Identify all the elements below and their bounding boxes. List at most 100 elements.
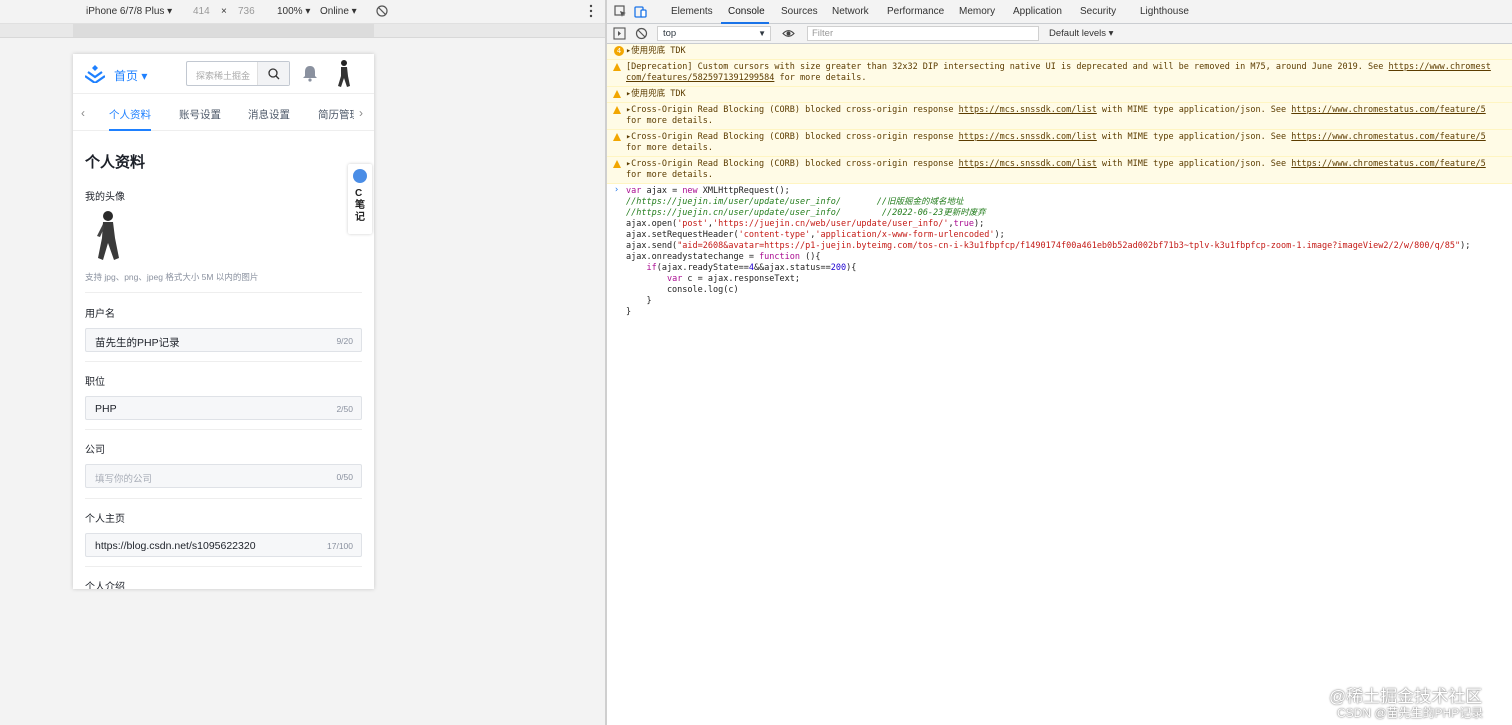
console-link[interactable]: https://mcs.snssdk.com/list (959, 105, 1097, 115)
console-input-code[interactable]: › var ajax = new XMLHttpRequest(); //http… (607, 184, 1512, 318)
tab-message-settings[interactable]: 消息设置 (248, 107, 290, 122)
watermark-csdn: CSDN @苗先生的PHP记录 (1337, 706, 1484, 720)
company-placeholder: 填写你的公司 (95, 474, 153, 485)
console-link[interactable]: https://www.chromestatus.com/feature/5 (1291, 159, 1485, 169)
field-label-intro: 个人介绍 (85, 582, 125, 589)
avatar-upload[interactable] (93, 210, 123, 262)
warning-icon (613, 106, 621, 114)
device-select[interactable]: iPhone 6/7/8 Plus ▾ (86, 6, 172, 17)
tab-performance[interactable]: Performance (887, 6, 944, 17)
tabs-next-arrow-icon[interactable]: › (359, 106, 363, 120)
console-link[interactable]: com/features/5825971391299584 (626, 73, 774, 83)
tab-profile[interactable]: 个人资料 (109, 107, 151, 122)
console-warning[interactable]: ▸Cross-Origin Read Blocking (CORB) block… (607, 130, 1512, 157)
tab-sources[interactable]: Sources (781, 6, 818, 17)
note-extension-button[interactable]: C 笔 记 (348, 164, 372, 234)
sidebar-toggle-icon[interactable] (613, 27, 626, 40)
zoom-select[interactable]: 100% ▾ (277, 6, 310, 17)
console-output: 4 ▸使用兜底 TDK [Deprecation] Custom cursors… (607, 44, 1512, 318)
profile-tabs: ‹ 个人资料 账号设置 消息设置 简历管理 › (73, 95, 374, 131)
warning-count-badge: 4 (614, 46, 624, 56)
avatar-label: 我的头像 (85, 192, 125, 203)
divider (85, 498, 362, 499)
search-icon (268, 68, 280, 80)
console-prompt-icon: › (614, 185, 620, 195)
console-warning[interactable]: ▸Cross-Origin Read Blocking (CORB) block… (607, 103, 1512, 130)
notification-bell-icon[interactable] (302, 65, 318, 82)
console-link[interactable]: https://www.chromestatus.com/feature/5 (1291, 105, 1485, 115)
position-field[interactable]: PHP 2/50 (85, 396, 362, 420)
juejin-logo-icon[interactable] (85, 65, 105, 83)
note-label: C 笔 记 (355, 188, 365, 223)
console-filter-input[interactable]: Filter (807, 26, 1039, 41)
home-nav[interactable]: 首页 ▾ (114, 67, 147, 84)
context-select[interactable]: top ▼ (657, 26, 771, 41)
divider (85, 361, 362, 362)
console-warning[interactable]: ▸Cross-Origin Read Blocking (CORB) block… (607, 157, 1512, 184)
device-height-input[interactable]: 736 (238, 6, 255, 17)
tab-application[interactable]: Application (1013, 6, 1062, 17)
devtools-pane: Elements Console Sources Network Perform… (607, 0, 1512, 725)
field-label-username: 用户名 (85, 309, 115, 320)
console-warning[interactable]: ▸使用兜底 TDK (607, 87, 1512, 103)
company-char-count: 0/50 (336, 472, 353, 482)
device-toggle-icon[interactable] (634, 5, 647, 18)
position-char-count: 2/50 (336, 404, 353, 414)
live-expression-eye-icon[interactable] (782, 27, 795, 40)
clear-console-icon[interactable] (635, 27, 648, 40)
tab-resume[interactable]: 简历管理 (318, 107, 354, 122)
console-warning[interactable]: [Deprecation] Custom cursors with size g… (607, 60, 1512, 87)
throttle-select[interactable]: Online ▾ (320, 6, 357, 17)
mobile-viewport: 首页 ▾ 探索稀土掘金 ‹ 个人资料 账号设置 消息设置 简历管 › 个人资料 … (73, 54, 374, 589)
user-avatar[interactable] (335, 59, 353, 89)
console-link[interactable]: https://www.chromestatus.com/feature/5 (1291, 132, 1485, 142)
log-levels-select[interactable]: Default levels ▾ (1049, 28, 1113, 39)
warning-icon (613, 90, 621, 98)
inspect-element-icon[interactable] (614, 5, 627, 18)
search-placeholder: 探索稀土掘金 (196, 71, 251, 81)
tab-account-settings[interactable]: 账号设置 (179, 107, 221, 122)
media-query-ruler (0, 24, 606, 38)
position-value: PHP (95, 403, 117, 415)
divider (85, 292, 362, 293)
username-field[interactable]: 苗先生的PHP记录 9/20 (85, 328, 362, 352)
device-emulator-pane: iPhone 6/7/8 Plus ▾ 414 × 736 100% ▾ Onl… (0, 0, 606, 725)
homepage-char-count: 17/100 (327, 541, 353, 551)
device-width-input[interactable]: 414 (193, 6, 210, 17)
tab-lighthouse[interactable]: Lighthouse (1140, 6, 1189, 17)
warning-icon (613, 133, 621, 141)
console-toolbar: top ▼ Filter Default levels ▾ (607, 24, 1512, 44)
homepage-field[interactable]: https://blog.csdn.net/s1095622320 17/100 (85, 533, 362, 557)
tab-network[interactable]: Network (832, 6, 869, 17)
ruler-segment (73, 24, 374, 37)
tab-console[interactable]: Console (728, 6, 765, 17)
dimension-times: × (221, 6, 227, 17)
tab-security[interactable]: Security (1080, 6, 1116, 17)
field-label-position: 职位 (85, 377, 105, 388)
divider (85, 429, 362, 430)
more-options-icon[interactable] (588, 4, 594, 21)
tab-memory[interactable]: Memory (959, 6, 995, 17)
tab-elements[interactable]: Elements (671, 6, 713, 17)
device-toolbar: iPhone 6/7/8 Plus ▾ 414 × 736 100% ▾ Onl… (0, 0, 606, 24)
warning-icon (613, 63, 621, 71)
console-link[interactable]: https://mcs.snssdk.com/list (959, 159, 1097, 169)
console-link[interactable]: https://www.chromest (1389, 62, 1491, 72)
app-header: 首页 ▾ 探索稀土掘金 (73, 54, 374, 94)
divider (85, 566, 362, 567)
company-field[interactable]: 填写你的公司 0/50 (85, 464, 362, 488)
devtools-tabbar: Elements Console Sources Network Perform… (607, 0, 1512, 24)
search-input[interactable]: 探索稀土掘金 (186, 61, 290, 86)
note-icon (353, 169, 367, 183)
page-title: 个人资料 (85, 154, 146, 171)
field-label-homepage: 个人主页 (85, 514, 125, 525)
rotate-icon[interactable] (376, 5, 388, 20)
console-link[interactable]: https://mcs.snssdk.com/list (959, 132, 1097, 142)
active-tab-underline (109, 129, 151, 131)
console-warning[interactable]: 4 ▸使用兜底 TDK (607, 44, 1512, 60)
tabs-prev-arrow-icon[interactable]: ‹ (81, 106, 85, 120)
screenshot-root: iPhone 6/7/8 Plus ▾ 414 × 736 100% ▾ Onl… (0, 0, 1512, 725)
username-char-count: 9/20 (336, 336, 353, 346)
search-button[interactable] (257, 62, 289, 85)
avatar-hint: 支持 jpg、png、jpeg 格式大小 5M 以内的图片 (85, 272, 259, 282)
